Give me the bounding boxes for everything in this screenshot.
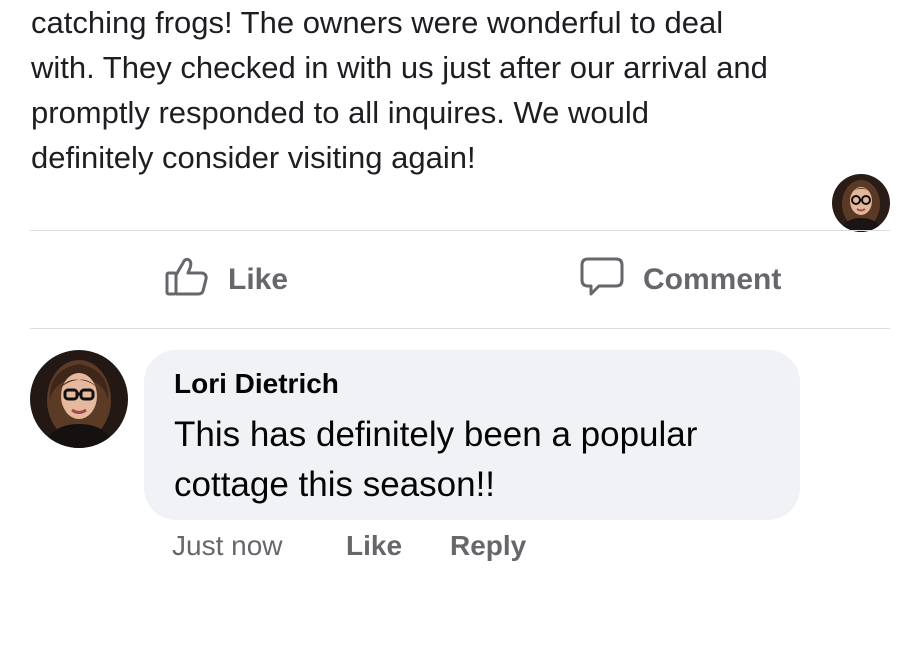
- comment-bubble: Lori Dietrich This has definitely been a…: [144, 350, 800, 520]
- comment-timestamp: Just now: [172, 530, 283, 561]
- post-text-line: promptly responded to all inquires. We w…: [31, 95, 650, 130]
- like-label: Like: [228, 263, 289, 296]
- post-text-line: definitely consider visiting again!: [31, 140, 476, 175]
- speech-bubble-icon: [579, 253, 625, 307]
- post-text-line: with. They checked in with us just after…: [31, 50, 768, 85]
- commenter-avatar[interactable]: [30, 350, 128, 448]
- comment-reply-button[interactable]: Reply: [450, 528, 526, 564]
- comment-body: This has definitely been a popular cotta…: [174, 410, 784, 510]
- comment-text-line: This has definitely been a popular: [174, 415, 698, 454]
- comment-text-line: cottage this season!!: [174, 465, 496, 504]
- thumbs-up-icon: [164, 253, 210, 307]
- like-button[interactable]: Like: [164, 255, 288, 305]
- post-comment-view: catching frogs! The owners were wonderfu…: [0, 0, 920, 650]
- reactor-avatar[interactable]: [832, 174, 890, 232]
- avatar-photo-icon: [30, 350, 128, 448]
- comment-like-button[interactable]: Like: [346, 528, 402, 564]
- avatar-photo-icon: [832, 174, 890, 232]
- comment-label: Comment: [643, 263, 782, 296]
- post-text-line: catching frogs! The owners were wonderfu…: [31, 5, 724, 40]
- divider: [30, 230, 890, 231]
- comment-button[interactable]: Comment: [579, 255, 781, 305]
- divider: [30, 328, 890, 329]
- comment-author[interactable]: Lori Dietrich: [174, 368, 339, 400]
- post-body: catching frogs! The owners were wonderfu…: [31, 0, 901, 180]
